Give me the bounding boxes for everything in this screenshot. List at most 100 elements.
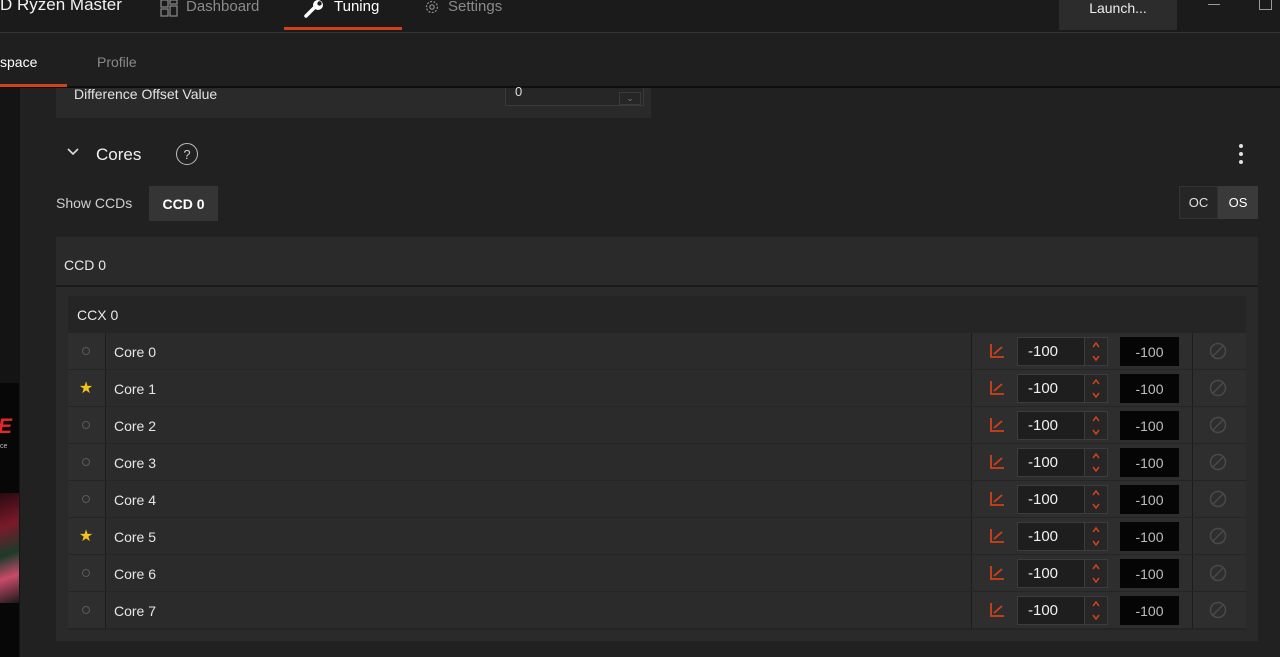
- core-row[interactable]: Core 0 -100 -100: [68, 333, 1246, 369]
- current-offset-value: -100: [1120, 485, 1179, 514]
- disable-core-icon[interactable]: [1209, 379, 1227, 397]
- chevron-down-icon[interactable]: [1091, 427, 1101, 437]
- offset-stepper[interactable]: [1085, 522, 1108, 551]
- curve-offset-input[interactable]: -100: [1017, 596, 1085, 625]
- chevron-down-icon[interactable]: [1091, 501, 1101, 511]
- curve-offset-input[interactable]: -100: [1017, 337, 1085, 366]
- disable-core-icon[interactable]: [1209, 453, 1227, 471]
- title-bar: D Ryzen Master Dashboard Tuning Settings…: [0, 0, 1280, 33]
- chevron-down-icon[interactable]: [1091, 538, 1101, 548]
- ccd-0-button[interactable]: CCD 0: [149, 186, 218, 221]
- current-offset-value: -100: [1120, 337, 1179, 366]
- curve-chart-icon[interactable]: [989, 454, 1005, 470]
- chevron-up-icon[interactable]: [1091, 488, 1101, 498]
- curve-chart-icon[interactable]: [989, 602, 1005, 618]
- tab-tuning-label: Tuning: [334, 0, 380, 15]
- core-indicator-icon: [68, 333, 104, 369]
- current-offset-value: -100: [1120, 448, 1179, 477]
- offset-stepper[interactable]: [1085, 559, 1108, 588]
- chevron-up-icon[interactable]: [1091, 562, 1101, 572]
- offset-stepper[interactable]: [1085, 485, 1108, 514]
- help-icon[interactable]: ?: [176, 143, 198, 165]
- offset-stepper[interactable]: [1085, 596, 1108, 625]
- chevron-down-icon[interactable]: [1091, 464, 1101, 474]
- launch-button[interactable]: Launch...: [1059, 0, 1177, 30]
- core-indicator-icon: [68, 592, 104, 628]
- os-mode-button[interactable]: OS: [1218, 186, 1258, 219]
- current-offset-value: -100: [1120, 559, 1179, 588]
- chevron-down-icon[interactable]: [1091, 575, 1101, 585]
- core-name-cell: [105, 407, 971, 443]
- tab-settings-label: Settings: [448, 0, 503, 15]
- chevron-up-icon[interactable]: [1091, 414, 1101, 424]
- minimize-icon[interactable]: [1208, 4, 1220, 5]
- chevron-down-icon[interactable]: [1091, 390, 1101, 400]
- star-icon: ★: [78, 528, 94, 545]
- core-indicator-icon: [68, 444, 104, 480]
- disable-core-icon[interactable]: [1209, 342, 1227, 360]
- curve-offset-input[interactable]: -100: [1017, 522, 1085, 551]
- current-offset-value: -100: [1120, 522, 1179, 551]
- tab-settings[interactable]: Settings: [424, 0, 502, 29]
- curve-chart-icon[interactable]: [989, 343, 1005, 359]
- chevron-down-icon[interactable]: ⌄: [619, 92, 641, 105]
- core-indicator-icon: [68, 407, 104, 443]
- sub-tab-bar: space Profile: [0, 34, 1280, 88]
- chevron-up-icon[interactable]: [1091, 340, 1101, 350]
- oc-mode-button[interactable]: OC: [1179, 186, 1218, 219]
- core-name: Core 0: [114, 344, 157, 360]
- disable-core-icon[interactable]: [1209, 490, 1227, 508]
- core-row[interactable]: ★ Core 1 -100 -100: [68, 370, 1246, 406]
- subtab-workspace[interactable]: space: [0, 54, 37, 70]
- curve-offset-input[interactable]: -100: [1017, 485, 1085, 514]
- curve-offset-input[interactable]: -100: [1017, 374, 1085, 403]
- curve-chart-icon[interactable]: [989, 565, 1005, 581]
- more-options-icon[interactable]: [1238, 144, 1244, 164]
- cores-section-title: Cores: [96, 145, 142, 164]
- core-row[interactable]: Core 6 -100 -100: [68, 555, 1246, 591]
- chevron-up-icon[interactable]: [1091, 599, 1101, 609]
- current-offset-value: -100: [1120, 374, 1179, 403]
- chevron-down-icon[interactable]: [1091, 612, 1101, 622]
- curve-chart-icon[interactable]: [989, 417, 1005, 433]
- promo-image: [0, 493, 19, 603]
- curve-chart-icon[interactable]: [989, 491, 1005, 507]
- curve-offset-input[interactable]: -100: [1017, 411, 1085, 440]
- chevron-up-icon[interactable]: [1091, 377, 1101, 387]
- core-row[interactable]: ★ Core 5 -100 -100: [68, 518, 1246, 554]
- core-name-cell: [105, 333, 971, 369]
- disable-core-icon[interactable]: [1209, 527, 1227, 545]
- maximize-icon[interactable]: [1259, 0, 1272, 10]
- core-indicator-icon: [68, 555, 104, 591]
- current-offset-value: -100: [1120, 596, 1179, 625]
- ccd-title: CCD 0: [64, 257, 107, 273]
- core-name: Core 2: [114, 418, 157, 434]
- disable-core-icon[interactable]: [1209, 601, 1227, 619]
- offset-stepper[interactable]: [1085, 411, 1108, 440]
- curve-chart-icon[interactable]: [989, 528, 1005, 544]
- tab-dashboard[interactable]: Dashboard: [160, 0, 259, 29]
- tab-tuning[interactable]: Tuning: [304, 0, 379, 29]
- active-subtab-indicator: [0, 84, 67, 87]
- curve-offset-input[interactable]: -100: [1017, 559, 1085, 588]
- disable-core-icon[interactable]: [1209, 416, 1227, 434]
- chevron-down-icon[interactable]: [66, 145, 80, 159]
- offset-stepper[interactable]: [1085, 374, 1108, 403]
- chevron-up-icon[interactable]: [1091, 525, 1101, 535]
- disable-core-icon[interactable]: [1209, 564, 1227, 582]
- offset-stepper[interactable]: [1085, 337, 1108, 366]
- offset-stepper[interactable]: [1085, 448, 1108, 477]
- subtab-profile[interactable]: Profile: [97, 54, 137, 70]
- core-row[interactable]: Core 7 -100 -100: [68, 592, 1246, 628]
- core-name: Core 1: [114, 381, 157, 397]
- gear-icon: [425, 0, 439, 14]
- core-row[interactable]: Core 4 -100 -100: [68, 481, 1246, 517]
- core-name: Core 6: [114, 566, 157, 582]
- core-row[interactable]: Core 2 -100 -100: [68, 407, 1246, 443]
- chevron-up-icon[interactable]: [1091, 451, 1101, 461]
- curve-offset-input[interactable]: -100: [1017, 448, 1085, 477]
- curve-chart-icon[interactable]: [989, 380, 1005, 396]
- promo-banner[interactable]: E ce: [0, 383, 19, 657]
- chevron-down-icon[interactable]: [1091, 353, 1101, 363]
- core-row[interactable]: Core 3 -100 -100: [68, 444, 1246, 480]
